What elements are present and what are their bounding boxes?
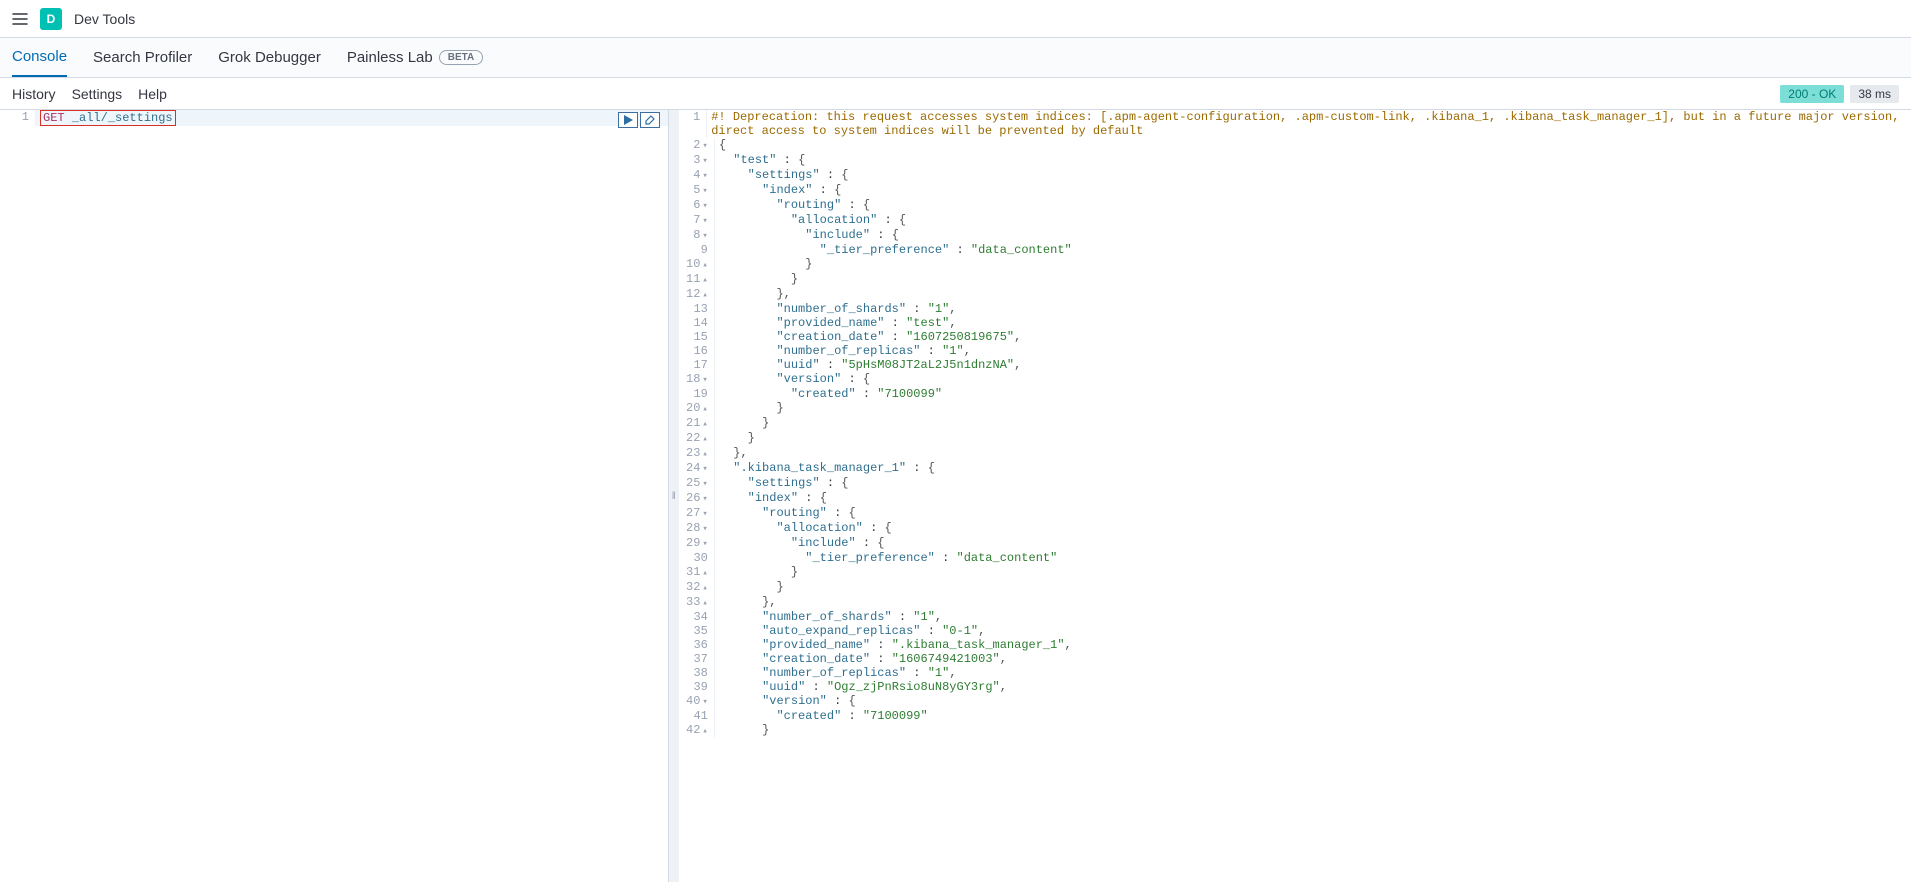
response-time-badge: 38 ms [1850,85,1899,103]
deprecation-warning: #! Deprecation: this request accesses sy… [707,110,1911,138]
response-status-badge: 200 - OK [1780,85,1844,103]
help-link[interactable]: Help [138,86,167,102]
request-pane[interactable]: 1 GET _all/_settings [0,110,669,882]
response-pane: 1#! Deprecation: this request accesses s… [679,110,1911,882]
send-request-button[interactable] [618,112,638,128]
app-badge: D [40,8,62,30]
console-editor-area: 1 GET _all/_settings 1#! Deprecation: th… [0,110,1911,882]
tab-search-profiler[interactable]: Search Profiler [93,38,192,77]
tab-console[interactable]: Console [12,38,67,77]
settings-link[interactable]: Settings [72,86,123,102]
console-sub-toolbar: History Settings Help 200 - OK 38 ms [0,78,1911,110]
response-viewer[interactable]: 1#! Deprecation: this request accesses s… [679,110,1911,882]
gutter-line-number: 1 [0,110,36,126]
request-path: _all/_settings [72,111,173,125]
request-options-button[interactable] [640,112,660,128]
history-link[interactable]: History [12,86,56,102]
tab-painless-label: Painless Lab [347,49,433,66]
beta-badge: BETA [439,50,483,65]
request-editor[interactable]: 1 GET _all/_settings [0,110,668,882]
app-title: Dev Tools [74,11,135,27]
request-method: GET [43,111,65,125]
tab-grok-debugger[interactable]: Grok Debugger [218,38,321,77]
tab-bar: Console Search Profiler Grok Debugger Pa… [0,38,1911,78]
tab-painless-lab[interactable]: Painless Lab BETA [347,38,483,77]
hamburger-icon[interactable] [12,11,28,27]
app-header: D Dev Tools [0,0,1911,38]
pane-resize-handle[interactable] [669,110,679,882]
